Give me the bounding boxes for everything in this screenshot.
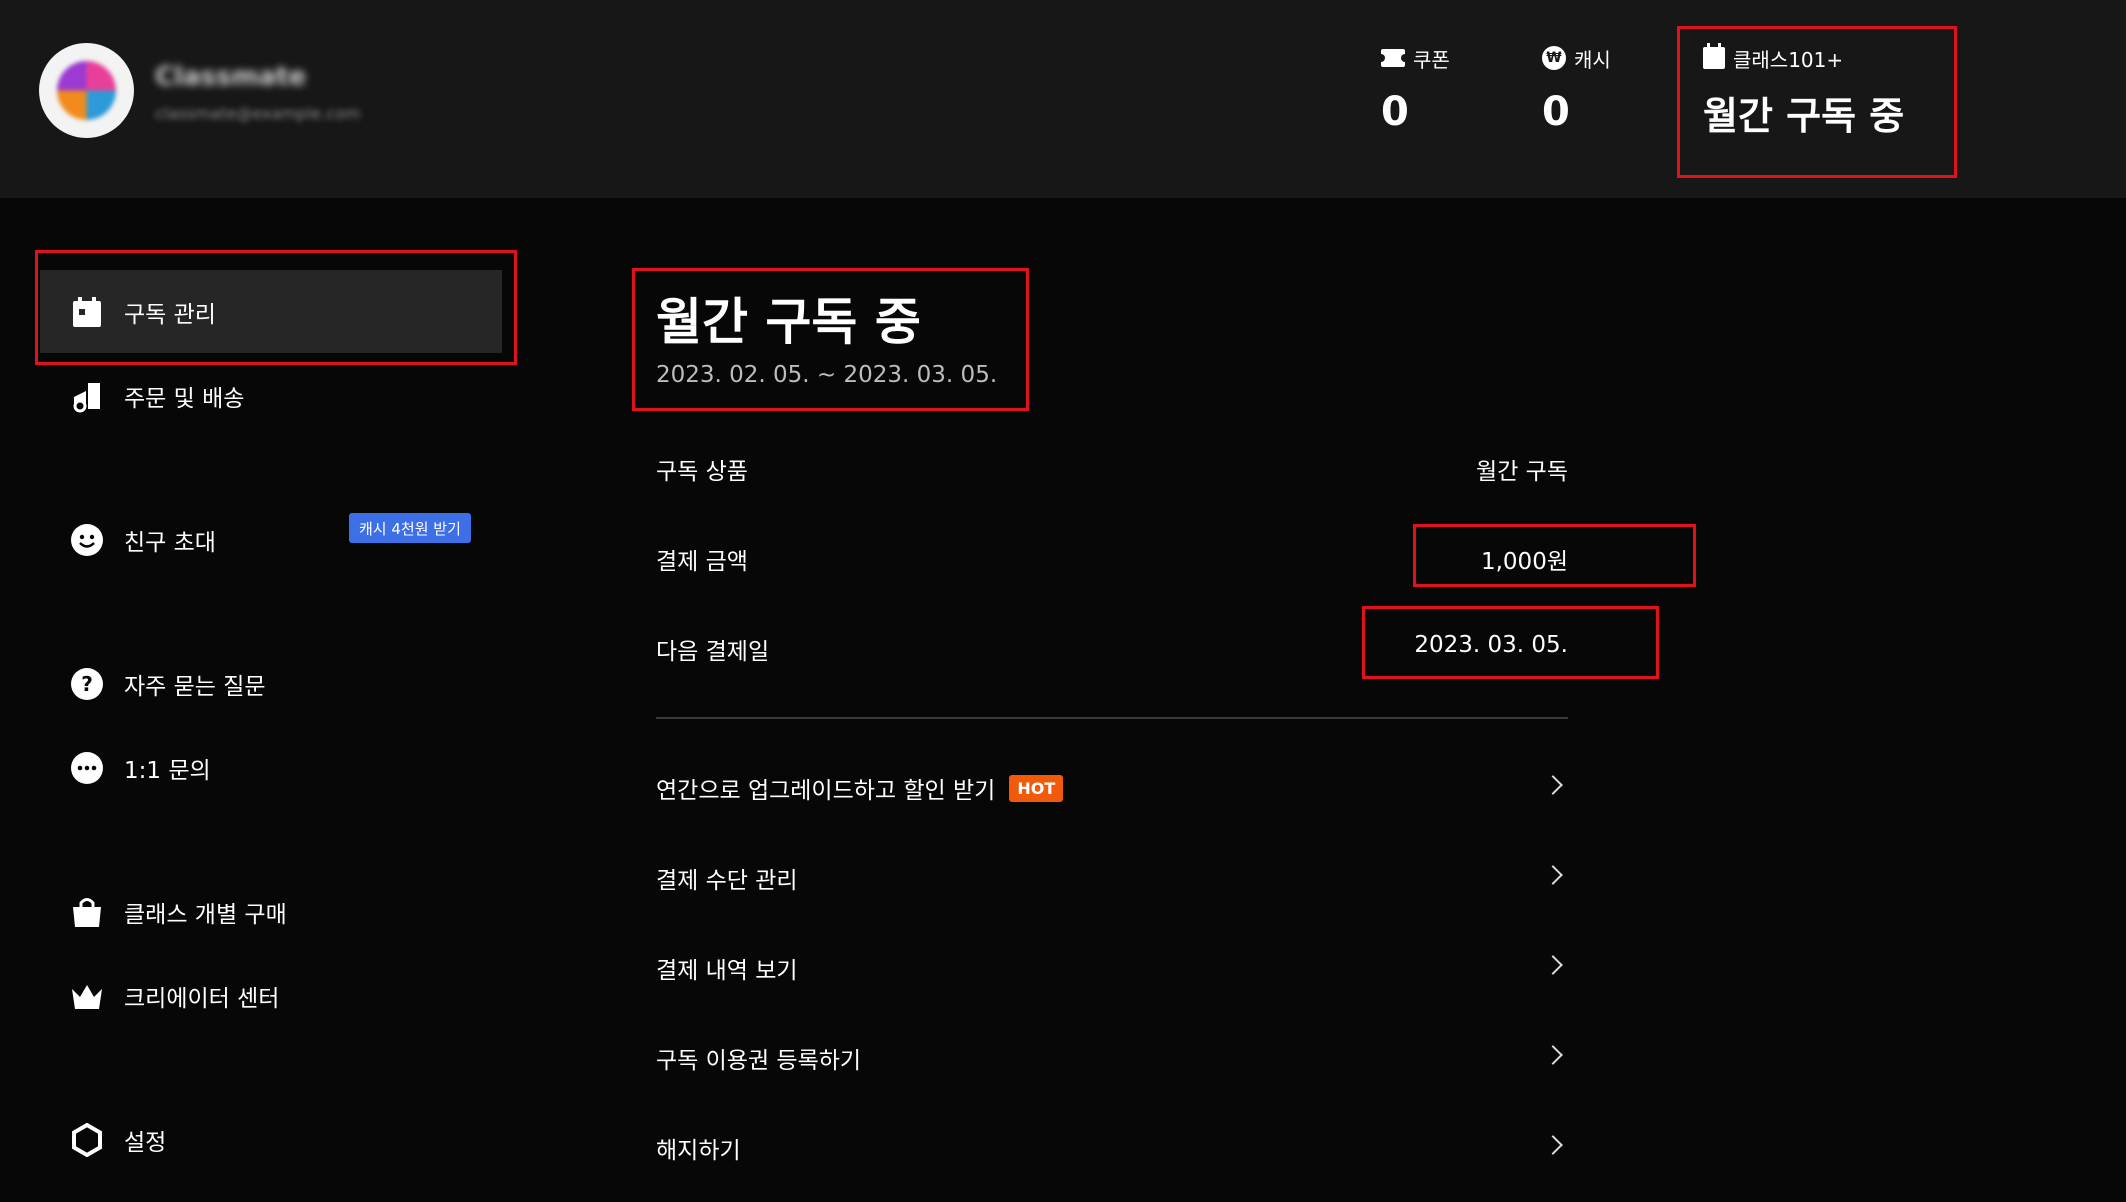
coupon-count: 0 — [1381, 89, 1409, 135]
user-name[interactable]: Classmate — [155, 62, 306, 92]
info-row-next-payment: 다음 결제일 2023. 03. 05. — [656, 632, 1568, 672]
sidebar-item-faq[interactable]: ? 자주 묻는 질문 — [40, 642, 502, 725]
smile-icon — [70, 523, 104, 557]
chevron-right-icon — [1543, 1045, 1563, 1065]
sidebar-item-orders[interactable]: 주문 및 배송 — [40, 354, 502, 437]
info-label: 다음 결제일 — [656, 639, 770, 665]
coupon-label: 쿠폰 — [1413, 47, 1450, 72]
info-value: 월간 구독 — [1476, 459, 1568, 485]
menu-label: 연간으로 업그레이드하고 할인 받기 — [656, 778, 996, 804]
question-icon: ? — [70, 667, 104, 701]
coupon-stat[interactable]: 쿠폰 0 — [1377, 45, 1450, 135]
menu-payment-history[interactable]: 결제 내역 보기 — [656, 938, 1568, 998]
page-title: 월간 구독 중 — [656, 293, 921, 351]
sidebar-item-class-purchase[interactable]: 클래스 개별 구매 — [40, 870, 502, 953]
sidebar-item-subscription[interactable]: 구독 관리 — [40, 270, 502, 353]
user-email: classmate@example.com — [155, 104, 361, 123]
sidebar-item-creator-center[interactable]: 크리에이터 센터 — [40, 954, 502, 1037]
hot-badge: HOT — [1009, 774, 1064, 802]
chevron-right-icon — [1543, 1135, 1563, 1155]
won-icon: ₩ — [1542, 46, 1566, 70]
sidebar-item-inquiry[interactable]: 1:1 문의 — [40, 726, 502, 809]
sidebar-item-settings[interactable]: 설정 — [40, 1098, 502, 1181]
sidebar-item-label: 친구 초대 — [124, 529, 216, 556]
info-label: 결제 금액 — [656, 549, 748, 575]
menu-label: 해지하기 — [656, 1138, 741, 1164]
menu-cancel-subscription[interactable]: 해지하기 — [656, 1118, 1568, 1178]
cash-reward-badge: 캐시 4천원 받기 — [349, 513, 471, 543]
page: Classmate classmate@example.com 쿠폰 0 ₩ 캐시… — [0, 0, 2126, 1202]
info-row-amount: 결제 금액 1,000원 — [656, 542, 1568, 582]
sidebar-item-label: 크리에이터 센터 — [124, 985, 280, 1012]
sidebar-item-label: 자주 묻는 질문 — [124, 673, 266, 700]
menu-label: 결제 내역 보기 — [656, 958, 798, 984]
calendar-icon — [70, 295, 104, 329]
cash-stat[interactable]: ₩ 캐시 0 — [1542, 45, 1611, 135]
menu-label: 결제 수단 관리 — [656, 868, 798, 894]
sidebar-item-label: 클래스 개별 구매 — [124, 901, 287, 928]
chat-icon — [70, 751, 104, 785]
svg-text:?: ? — [81, 672, 93, 696]
cash-amount: 0 — [1542, 89, 1570, 135]
menu-register-voucher[interactable]: 구독 이용권 등록하기 — [656, 1028, 1568, 1088]
sidebar-item-label: 1:1 문의 — [124, 757, 211, 784]
chevron-right-icon — [1543, 775, 1563, 795]
info-value: 1,000원 — [1480, 549, 1568, 575]
sidebar-item-label: 주문 및 배송 — [124, 385, 245, 412]
class101-plus-stat[interactable]: 클래스101+ 월간 구독 중 — [1703, 43, 1905, 140]
subscription-status: 월간 구독 중 — [1703, 94, 1905, 138]
info-label: 구독 상품 — [656, 459, 748, 485]
crown-icon — [70, 979, 104, 1013]
menu-payment-method[interactable]: 결제 수단 관리 — [656, 848, 1568, 908]
chevron-right-icon — [1543, 865, 1563, 885]
coupon-icon — [1377, 49, 1409, 67]
sidebar-item-label: 구독 관리 — [124, 301, 216, 328]
gear-icon — [70, 1122, 104, 1157]
menu-label: 구독 이용권 등록하기 — [656, 1048, 862, 1074]
cash-label: 캐시 — [1574, 47, 1611, 72]
subscription-period: 2023. 02. 05. ~ 2023. 03. 05. — [656, 362, 998, 388]
sidebar-item-label: 설정 — [124, 1129, 167, 1156]
delivery-icon — [70, 379, 104, 413]
calendar-icon — [1703, 43, 1725, 69]
sidebar-item-invite[interactable]: 친구 초대 캐시 4천원 받기 — [40, 498, 502, 581]
chevron-right-icon — [1543, 955, 1563, 975]
class101-plus-label: 클래스101+ — [1733, 47, 1844, 72]
menu-upgrade-yearly[interactable]: 연간으로 업그레이드하고 할인 받기 HOT — [656, 758, 1568, 818]
info-row-product: 구독 상품 월간 구독 — [656, 452, 1568, 492]
divider — [656, 717, 1568, 719]
avatar[interactable] — [39, 43, 134, 138]
header: Classmate classmate@example.com 쿠폰 0 ₩ 캐시… — [0, 0, 2126, 198]
shopping-bag-icon — [70, 895, 104, 929]
info-value: 2023. 03. 05. — [1414, 632, 1568, 658]
